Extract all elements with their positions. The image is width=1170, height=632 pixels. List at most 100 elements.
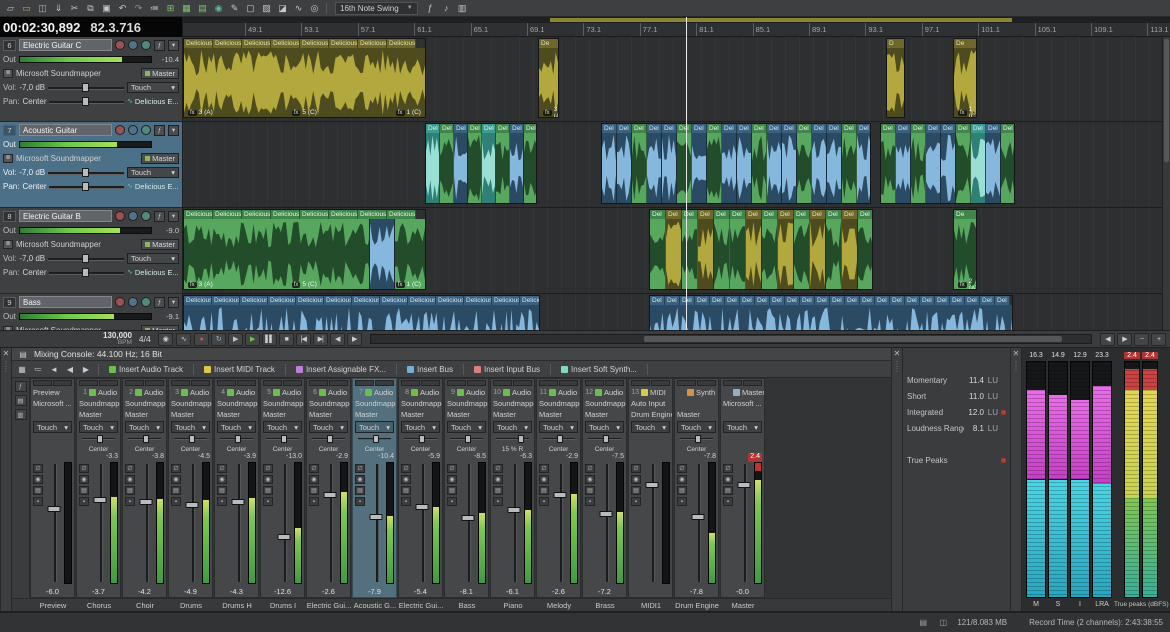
strip-bus[interactable]: Master bbox=[125, 410, 148, 419]
fx-slot[interactable] bbox=[217, 380, 236, 386]
strip-pan-slider[interactable]: Center bbox=[402, 434, 439, 453]
arm-record-button[interactable] bbox=[115, 211, 125, 221]
insert-button[interactable]: Insert Assignable FX... bbox=[291, 363, 391, 376]
master-bus-button[interactable]: Master bbox=[141, 68, 179, 79]
pan-handle[interactable] bbox=[327, 435, 333, 443]
fx-slot[interactable] bbox=[125, 380, 144, 386]
mixer-strip[interactable]: 8AudioSoundmapperMasterTouch▾Center-5.9∅… bbox=[398, 378, 443, 598]
mute-icon[interactable]: ▪ bbox=[79, 497, 89, 506]
fx-slot[interactable] bbox=[237, 380, 256, 386]
strip-pan-slider[interactable]: Center bbox=[264, 434, 301, 453]
arm-record-icon[interactable]: ◉ bbox=[171, 475, 181, 484]
strip-bus[interactable]: Master bbox=[401, 410, 424, 419]
mute-icon[interactable]: ▪ bbox=[539, 497, 549, 506]
mixer-strip[interactable]: 9AudioSoundmapperMasterTouch▾Center-8.5∅… bbox=[444, 378, 489, 598]
strip-automation-button[interactable]: Touch▾ bbox=[309, 421, 348, 433]
output-icon[interactable]: ▤ bbox=[631, 486, 641, 495]
play-button[interactable]: ▶ bbox=[245, 333, 260, 346]
strip-automation-button[interactable]: Touch▾ bbox=[171, 421, 210, 433]
pan-handle[interactable] bbox=[518, 435, 524, 443]
vol-value[interactable]: -7,0 dB bbox=[19, 83, 45, 92]
audio-clip[interactable]: DelDelDelDelDelDelDelDelDelDelDelDelDelD… bbox=[601, 123, 871, 204]
pan-slider[interactable] bbox=[49, 97, 124, 106]
fx-slot[interactable] bbox=[53, 380, 72, 386]
drag-grip-icon[interactable]: ⋮⋮ bbox=[3, 362, 10, 372]
metronome-icon[interactable]: ◉ bbox=[211, 1, 226, 15]
snap-to-grid-icon[interactable]: ▦ bbox=[179, 1, 194, 15]
fx-slot[interactable] bbox=[467, 380, 486, 386]
strip-pan-slider[interactable]: Center bbox=[540, 434, 577, 453]
arm-record-icon[interactable]: ◉ bbox=[447, 475, 457, 484]
pan-handle[interactable] bbox=[695, 435, 701, 443]
insert-button[interactable]: Insert Input Bus bbox=[469, 363, 545, 376]
strip-bus[interactable]: Master bbox=[677, 410, 700, 419]
mute-icon[interactable]: ▪ bbox=[33, 497, 43, 506]
arm-record-icon[interactable]: ◉ bbox=[585, 475, 595, 484]
mute-icon[interactable]: ▪ bbox=[263, 497, 273, 506]
fader-handle[interactable] bbox=[416, 504, 429, 510]
arm-record-icon[interactable]: ◉ bbox=[631, 475, 641, 484]
phase-invert-icon[interactable]: ∅ bbox=[447, 464, 457, 473]
track-plugin[interactable]: ∿Delicious E... bbox=[127, 268, 179, 277]
track-header[interactable]: 8Electric Guitar Bƒ▾Out-9.0≣Microsoft So… bbox=[0, 208, 182, 294]
mute-button[interactable] bbox=[128, 211, 138, 221]
strip-pan-slider[interactable]: Center bbox=[356, 434, 393, 453]
strip-automation-button[interactable]: Touch▾ bbox=[447, 421, 486, 433]
timeline[interactable]: 49.153.157.161.165.169.173.177.181.185.1… bbox=[183, 17, 1170, 330]
audio-clip[interactable]: DeliciousDeliciousDeliciousDeliciousDeli… bbox=[183, 38, 426, 118]
drag-grip-icon[interactable]: ⋮⋮ bbox=[894, 362, 901, 372]
strip-fader[interactable] bbox=[230, 462, 246, 584]
strip-pan-slider[interactable]: Center bbox=[678, 434, 715, 453]
scroll-left-button[interactable]: ◀ bbox=[1100, 333, 1115, 346]
meters-dock-handle[interactable]: ✕ ⋮⋮ bbox=[1010, 348, 1022, 611]
strip-automation-button[interactable]: Touch▾ bbox=[493, 421, 532, 433]
track-plugin[interactable]: ∿Delicious E... bbox=[127, 97, 179, 106]
strip-pan-slider[interactable]: Center bbox=[80, 434, 117, 453]
strip-fader[interactable] bbox=[92, 462, 108, 584]
mute-icon[interactable]: ▪ bbox=[309, 497, 319, 506]
disk-icon[interactable]: ◫ bbox=[937, 617, 949, 628]
strip-fader[interactable] bbox=[184, 462, 200, 584]
audio-clip[interactable]: Defx3 (A) bbox=[538, 38, 559, 118]
fx-slot[interactable] bbox=[447, 380, 466, 386]
fader-handle[interactable] bbox=[232, 499, 245, 505]
automation-mode-button[interactable]: Touch▾ bbox=[127, 167, 179, 178]
output-icon[interactable]: ▤ bbox=[355, 486, 365, 495]
fx-slot[interactable] bbox=[33, 380, 52, 386]
strip-pan-slider[interactable] bbox=[724, 434, 761, 453]
track-name[interactable]: Bass bbox=[19, 296, 112, 308]
fx-slot[interactable] bbox=[79, 380, 98, 386]
strip-bus[interactable]: Master bbox=[493, 410, 516, 419]
close-icon[interactable]: ✕ bbox=[894, 350, 901, 358]
audio-clip[interactable]: DelDelDelDelDelDelDelDelDel bbox=[880, 123, 1015, 204]
pan-slider[interactable] bbox=[49, 182, 124, 191]
draw-tool-icon[interactable]: ✎ bbox=[227, 1, 242, 15]
scroll-right-button[interactable]: ▶ bbox=[1117, 333, 1132, 346]
strip-name[interactable]: MIDI1 bbox=[628, 599, 674, 611]
strip-bus[interactable]: Master bbox=[309, 410, 332, 419]
strip-name[interactable]: Drum Engine bbox=[674, 599, 720, 611]
arm-record-icon[interactable]: ◉ bbox=[217, 475, 227, 484]
strip-pan-slider[interactable] bbox=[34, 434, 71, 453]
mute-icon[interactable]: ▪ bbox=[677, 497, 687, 506]
track-name[interactable]: Acoustic Guitar bbox=[19, 124, 112, 136]
mute-icon[interactable]: ▪ bbox=[171, 497, 181, 506]
track-lane[interactable]: DelDelDelDelDelDelDelDelDelDelDelDelDelD… bbox=[183, 122, 1162, 208]
strip-pan-slider[interactable]: Center bbox=[448, 434, 485, 453]
strip-fader[interactable] bbox=[736, 462, 752, 584]
strip-bus[interactable]: Master bbox=[217, 410, 240, 419]
fx-slot[interactable] bbox=[559, 380, 578, 386]
bpm-display[interactable]: 130,000 BPM bbox=[103, 332, 132, 347]
fader-handle[interactable] bbox=[554, 492, 567, 498]
render-as-icon[interactable]: ⇓ bbox=[51, 1, 66, 15]
strip-fader[interactable] bbox=[598, 462, 614, 584]
mixer-strip[interactable]: 10AudioSoundmapperMasterTouch▾15 % R-6.3… bbox=[490, 378, 535, 598]
audio-clip[interactable]: DelDelDelDelDelDelDelDelDelDelDelDelDelD… bbox=[649, 295, 1013, 330]
strip-fader[interactable] bbox=[506, 462, 522, 584]
arm-record-icon[interactable]: ◉ bbox=[309, 475, 319, 484]
audio-clip[interactable]: DelDelDelDelDelDelDelDel bbox=[425, 123, 537, 204]
next-marker-button[interactable]: ▶ bbox=[347, 333, 362, 346]
paste-icon[interactable]: ▣ bbox=[99, 1, 114, 15]
strip-bus[interactable]: Master bbox=[355, 410, 378, 419]
go-to-start-button[interactable]: |◀ bbox=[296, 333, 311, 346]
